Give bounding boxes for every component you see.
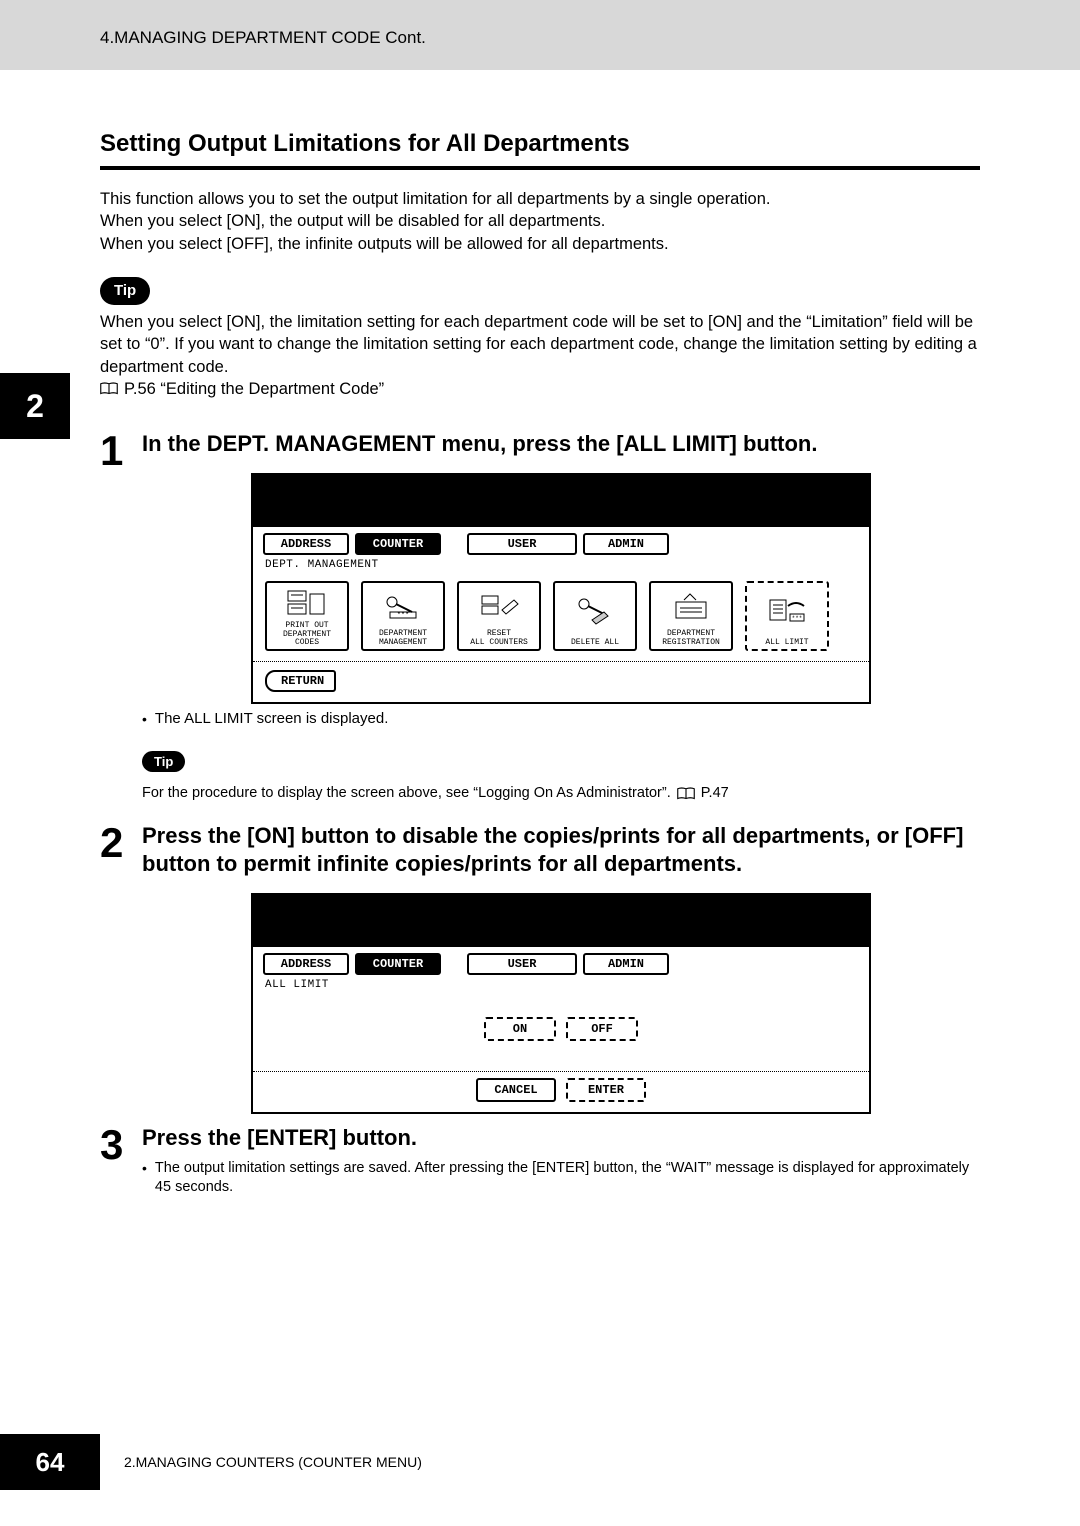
screen-subheader: ALL LIMIT <box>253 977 869 995</box>
btn-print-out-dept-codes[interactable]: PRINT OUT DEPARTMENT CODES <box>265 581 349 651</box>
footer: 64 2.MANAGING COUNTERS (COUNTER MENU) <box>0 1434 422 1490</box>
btn-label: PRINT OUT <box>285 622 328 630</box>
intro-line: When you select [ON], the output will be… <box>100 210 980 232</box>
tip-ref: P.47 <box>701 784 729 804</box>
tip-text-line: For the procedure to display the screen … <box>142 784 980 804</box>
register-icon <box>670 592 712 622</box>
btn-dept-registration[interactable]: DEPARTMENT REGISTRATION <box>649 581 733 651</box>
bullet-text: The ALL LIMIT screen is displayed. <box>155 710 388 730</box>
on-button[interactable]: ON <box>484 1017 556 1041</box>
step-bullet: • The ALL LIMIT screen is displayed. <box>142 710 980 730</box>
tab-address[interactable]: ADDRESS <box>263 953 349 975</box>
btn-label: ALL COUNTERS <box>470 639 528 647</box>
btn-all-limit[interactable]: *** ALL LIMIT <box>745 581 829 651</box>
step-heading: In the DEPT. MANAGEMENT menu, press the … <box>142 430 980 459</box>
btn-label: MANAGEMENT <box>379 639 427 647</box>
tab-address[interactable]: ADDRESS <box>263 533 349 555</box>
eraser-icon <box>478 592 520 622</box>
tip-text: For the procedure to display the screen … <box>142 784 671 804</box>
page-number: 64 <box>0 1434 100 1490</box>
bullet-text: The output limitation settings are saved… <box>155 1159 980 1198</box>
section-title: Setting Output Limitations for All Depar… <box>100 130 980 158</box>
limit-icon: *** <box>766 596 808 626</box>
tab-admin[interactable]: ADMIN <box>583 953 669 975</box>
chapter-tab: 2 <box>0 373 70 439</box>
btn-label: REGISTRATION <box>662 639 720 647</box>
step-heading: Press the [ENTER] button. <box>142 1124 980 1153</box>
intro-text: This function allows you to set the outp… <box>100 188 980 255</box>
step-1: 1 In the DEPT. MANAGEMENT menu, press th… <box>100 430 980 804</box>
tab-counter[interactable]: COUNTER <box>355 953 441 975</box>
step-number: 1 <box>100 430 130 804</box>
btn-label: DEPARTMENT CODES <box>269 631 345 647</box>
screen-status-bar <box>253 475 869 527</box>
breadcrumb: 4.MANAGING DEPARTMENT CODE Cont. <box>100 28 426 47</box>
tab-counter[interactable]: COUNTER <box>355 533 441 555</box>
btn-label: DEPARTMENT <box>379 630 427 638</box>
tip-badge: Tip <box>100 277 150 305</box>
bullet-dot: • <box>142 1159 147 1198</box>
step-number: 2 <box>100 822 130 1114</box>
bullet-dot: • <box>142 710 147 730</box>
key-erase-icon <box>574 596 616 626</box>
off-button[interactable]: OFF <box>566 1017 638 1041</box>
btn-delete-all[interactable]: DELETE ALL <box>553 581 637 651</box>
btn-label: DEPARTMENT <box>667 630 715 638</box>
device-screen-dept-mgmt: ADDRESS COUNTER USER ADMIN DEPT. MANAGEM… <box>251 473 871 704</box>
device-screen-all-limit: ADDRESS COUNTER USER ADMIN ALL LIMIT ON … <box>251 893 871 1114</box>
tab-user[interactable]: USER <box>467 953 577 975</box>
book-icon <box>100 382 118 396</box>
screen-status-bar <box>253 895 869 947</box>
enter-button[interactable]: ENTER <box>566 1078 646 1102</box>
btn-dept-management[interactable]: *** DEPARTMENT MANAGEMENT <box>361 581 445 651</box>
step-bullet: • The output limitation settings are sav… <box>142 1159 980 1198</box>
footer-text: 2.MANAGING COUNTERS (COUNTER MENU) <box>124 1454 422 1470</box>
return-button[interactable]: RETURN <box>265 670 336 692</box>
intro-line: When you select [OFF], the infinite outp… <box>100 233 980 255</box>
svg-text:***: *** <box>397 612 410 620</box>
screen-subheader: DEPT. MANAGEMENT <box>253 557 869 575</box>
cancel-button[interactable]: CANCEL <box>476 1078 556 1102</box>
btn-label: RESET <box>487 630 511 638</box>
reference-text: P.56 “Editing the Department Code” <box>124 378 384 400</box>
key-icon: *** <box>382 592 424 622</box>
tip-badge: Tip <box>142 751 185 772</box>
btn-reset-all-counters[interactable]: RESET ALL COUNTERS <box>457 581 541 651</box>
tip-text: When you select [ON], the limitation set… <box>100 311 980 378</box>
btn-label: DELETE ALL <box>571 639 619 647</box>
list-print-icon <box>286 588 328 618</box>
step-3: 3 Press the [ENTER] button. • The output… <box>100 1124 980 1198</box>
tab-user[interactable]: USER <box>467 533 577 555</box>
btn-label: ALL LIMIT <box>765 639 808 647</box>
section-rule <box>100 166 980 170</box>
intro-line: This function allows you to set the outp… <box>100 188 980 210</box>
header-bar: 4.MANAGING DEPARTMENT CODE Cont. <box>0 0 1080 70</box>
step-2: 2 Press the [ON] button to disable the c… <box>100 822 980 1114</box>
step-number: 3 <box>100 1124 130 1198</box>
reference-line: P.56 “Editing the Department Code” <box>100 378 980 400</box>
book-icon <box>677 787 695 801</box>
svg-text:***: *** <box>792 615 803 622</box>
chapter-number: 2 <box>26 388 44 425</box>
step-heading: Press the [ON] button to disable the cop… <box>142 822 980 879</box>
tab-admin[interactable]: ADMIN <box>583 533 669 555</box>
